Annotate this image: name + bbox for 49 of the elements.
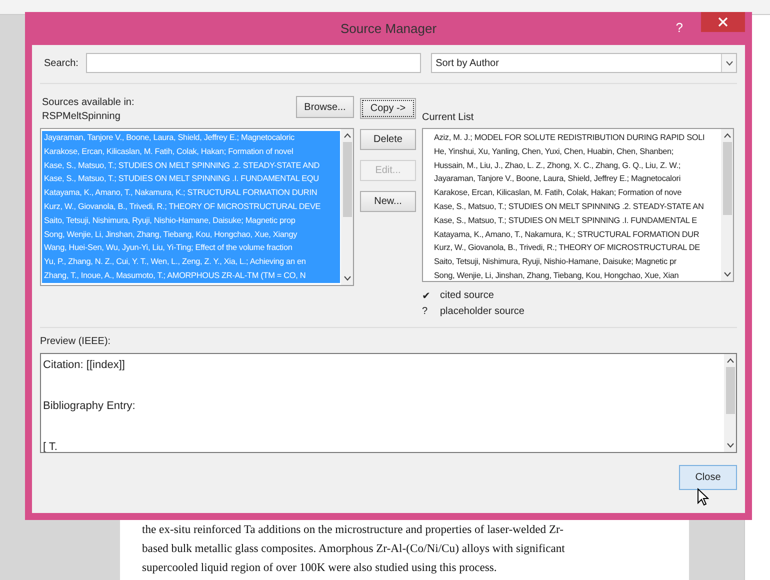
- preview-label: Preview (IEEE):: [40, 336, 112, 347]
- legend-symbol: ✔: [422, 290, 430, 302]
- search-field[interactable]: [86, 53, 421, 73]
- search-label: Search:: [44, 58, 78, 68]
- window-close-button[interactable]: [701, 12, 745, 32]
- source-entry[interactable]: Katayama, K., Amano, T., Nakamura, K.; STRUCTURAL FORMATION DUR: [424, 228, 720, 242]
- source-entry[interactable]: Saito, Tetsuji, Nishimura, Ryuji, Nishio-Hamane, Daisuke; Magnetic pr: [424, 255, 720, 269]
- current-list[interactable]: [422, 128, 734, 282]
- scrollbar-thumb[interactable]: [342, 142, 352, 217]
- scroll-up-icon: [724, 133, 730, 138]
- mouse-cursor-icon: [697, 488, 709, 506]
- source-location: RSPMeltSpinning: [42, 111, 122, 122]
- source-entry[interactable]: Kurz, W., Giovanola, B., Trivedi, R.; THEORY OF MICROSTRUCTURAL DE: [424, 241, 720, 256]
- scrollbar-thumb[interactable]: [722, 142, 732, 215]
- action-button[interactable]: Copy ->: [360, 98, 416, 119]
- scroll-down-icon: [724, 272, 730, 277]
- source-entry[interactable]: Kase, S., Matsuo, T.; STUDIES ON MELT SPINNING .I. FUNDAMENTAL E: [424, 214, 720, 228]
- sources-label: Sources available in:: [42, 97, 134, 108]
- close-button[interactable]: Close: [679, 465, 737, 490]
- source-entry[interactable]: Aziz, M. J.; MODEL FOR SOLUTE REDISTRIBUTION DURING RAPID SOLI: [424, 131, 720, 145]
- current-list-label: Current List: [422, 112, 475, 125]
- source-entry[interactable]: Jayaraman, Tanjore V., Boone, Laura, Shield, Jeffrey E.; Magnetocalori: [424, 172, 720, 186]
- action-button[interactable]: Delete: [360, 129, 416, 150]
- source-entry[interactable]: Karakose, Ercan, Kilicaslan, M. Fatih, Colak, Hakan; Formation of nove: [424, 186, 720, 200]
- legend-symbol: ?: [422, 306, 429, 317]
- scroll-up-icon: [726, 358, 734, 363]
- browse-button[interactable]: Browse...: [296, 96, 354, 118]
- action-button[interactable]: New...: [360, 191, 416, 212]
- source-entry[interactable]: Song, Wenjie, Li, Jinshan, Zhang, Tiebang, Kou, Hongchao, Xue, Xian: [424, 268, 720, 281]
- help-button[interactable]: ?: [672, 18, 687, 37]
- preview-text: Citation: [[index]]: [43, 358, 126, 373]
- sort-dropdown[interactable]: Sort by Author: [430, 53, 737, 73]
- source-entry[interactable]: He, Yinshui, Xu, Yanling, Chen, Yuxi, Chen, Huabin, Chen, Shanben;: [424, 144, 720, 159]
- source-entry[interactable]: Hussain, M., Liu, J., Zhao, L. Z., Zhong, X. C., Zhang, G. Q., Liu, Z. W.;: [424, 158, 720, 172]
- scroll-down-icon: [726, 443, 734, 448]
- scroll-down-icon: [344, 276, 350, 281]
- scroll-up-icon: [344, 133, 350, 138]
- preview-text: Bibliography Entry:: [43, 399, 136, 414]
- legend-text: cited source: [440, 290, 494, 302]
- document-text-line: the ex-situ reinforced Ta additions on the microstructure and properties of laser-welded Zr-: [142, 522, 564, 538]
- document-text-line: supercooled liquid region of over 100K were also studied using this process.: [142, 560, 497, 576]
- sources-list[interactable]: [40, 128, 354, 286]
- legend-text: placeholder source: [440, 306, 524, 317]
- scrollbar-thumb[interactable]: [726, 367, 734, 414]
- window-title: Source Manager: [340, 21, 437, 36]
- source-entry[interactable]: Kase, S., Matsuo, T.; STUDIES ON MELT SPINNING .2. STEADY-STATE AN: [424, 200, 720, 214]
- preview-text: [ T.: [43, 440, 58, 452]
- document-text-line: based bulk metallic glass composites. Amorphous Zr-Al-(Co/Ni/Cu) alloys with significant: [142, 541, 565, 557]
- close-icon: [718, 17, 728, 27]
